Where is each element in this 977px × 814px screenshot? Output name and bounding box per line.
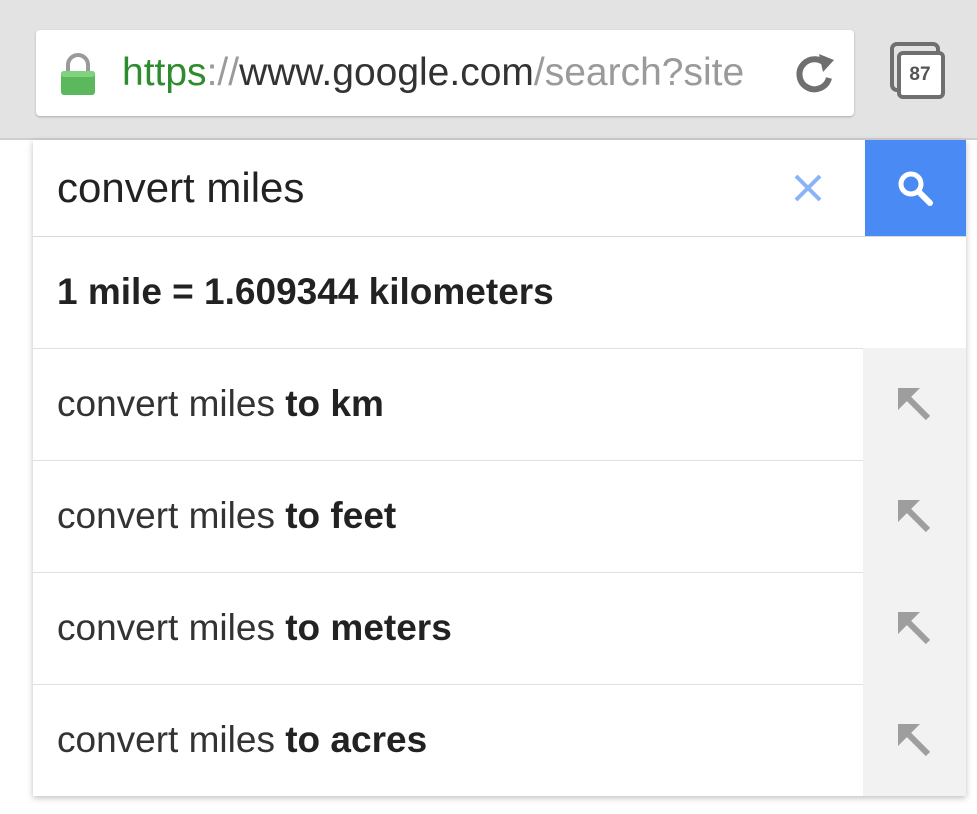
search-button[interactable] (865, 140, 966, 236)
search-input[interactable] (57, 154, 777, 222)
suggestion-completion: to meters (285, 607, 452, 648)
refine-query-button[interactable] (863, 572, 966, 684)
arrow-up-left-icon (898, 612, 931, 645)
refine-query-button[interactable] (863, 684, 966, 796)
suggestion-item: convert miles to acres (33, 684, 966, 796)
url-text[interactable]: https://www.google.com/search?site (122, 30, 782, 116)
lock-icon (58, 52, 98, 96)
url-path: /search?site (533, 51, 745, 94)
arrow-up-left-icon (898, 724, 931, 757)
tab-count: 87 (909, 64, 931, 85)
arrow-up-left-icon (898, 500, 931, 533)
search-suggestion-panel: 1 mile = 1.609344 kilometers convert mil… (33, 140, 966, 796)
query-bar (33, 140, 966, 237)
refine-query-button[interactable] (863, 460, 966, 572)
suggestion-item: convert miles to meters (33, 572, 966, 685)
suggestion-item: convert miles to km (33, 348, 966, 461)
reload-icon[interactable] (790, 50, 838, 98)
tab-switcher-button[interactable]: 87 (890, 42, 950, 104)
refine-query-button[interactable] (863, 348, 966, 460)
url-host: www.google.com (239, 51, 534, 94)
suggestion-prefix: convert miles (57, 495, 286, 536)
suggestion-text[interactable]: convert miles to meters (57, 572, 857, 684)
search-icon (898, 171, 933, 206)
arrow-up-left-icon (898, 388, 931, 421)
suggestion-prefix: convert miles (57, 719, 286, 760)
suggestion-completion: to km (285, 383, 384, 424)
answer-text: 1 mile = 1.609344 kilometers (57, 271, 554, 312)
suggestion-prefix: convert miles (57, 607, 286, 648)
suggestion-text[interactable]: convert miles to km (57, 348, 857, 460)
suggestion-completion: to feet (285, 495, 397, 536)
suggestion-completion: to acres (285, 719, 428, 760)
browser-toolbar: https://www.google.com/search?site 87 (0, 0, 977, 140)
url-bar[interactable]: https://www.google.com/search?site (36, 30, 854, 116)
suggestion-text[interactable]: convert miles to acres (57, 684, 857, 796)
close-icon[interactable] (788, 168, 828, 208)
instant-answer[interactable]: 1 mile = 1.609344 kilometers (33, 236, 966, 349)
suggestion-prefix: convert miles (57, 383, 286, 424)
url-scheme: https (122, 51, 207, 94)
url-separator: :// (206, 51, 240, 94)
suggestion-text[interactable]: convert miles to feet (57, 460, 857, 572)
suggestion-item: convert miles to feet (33, 460, 966, 573)
